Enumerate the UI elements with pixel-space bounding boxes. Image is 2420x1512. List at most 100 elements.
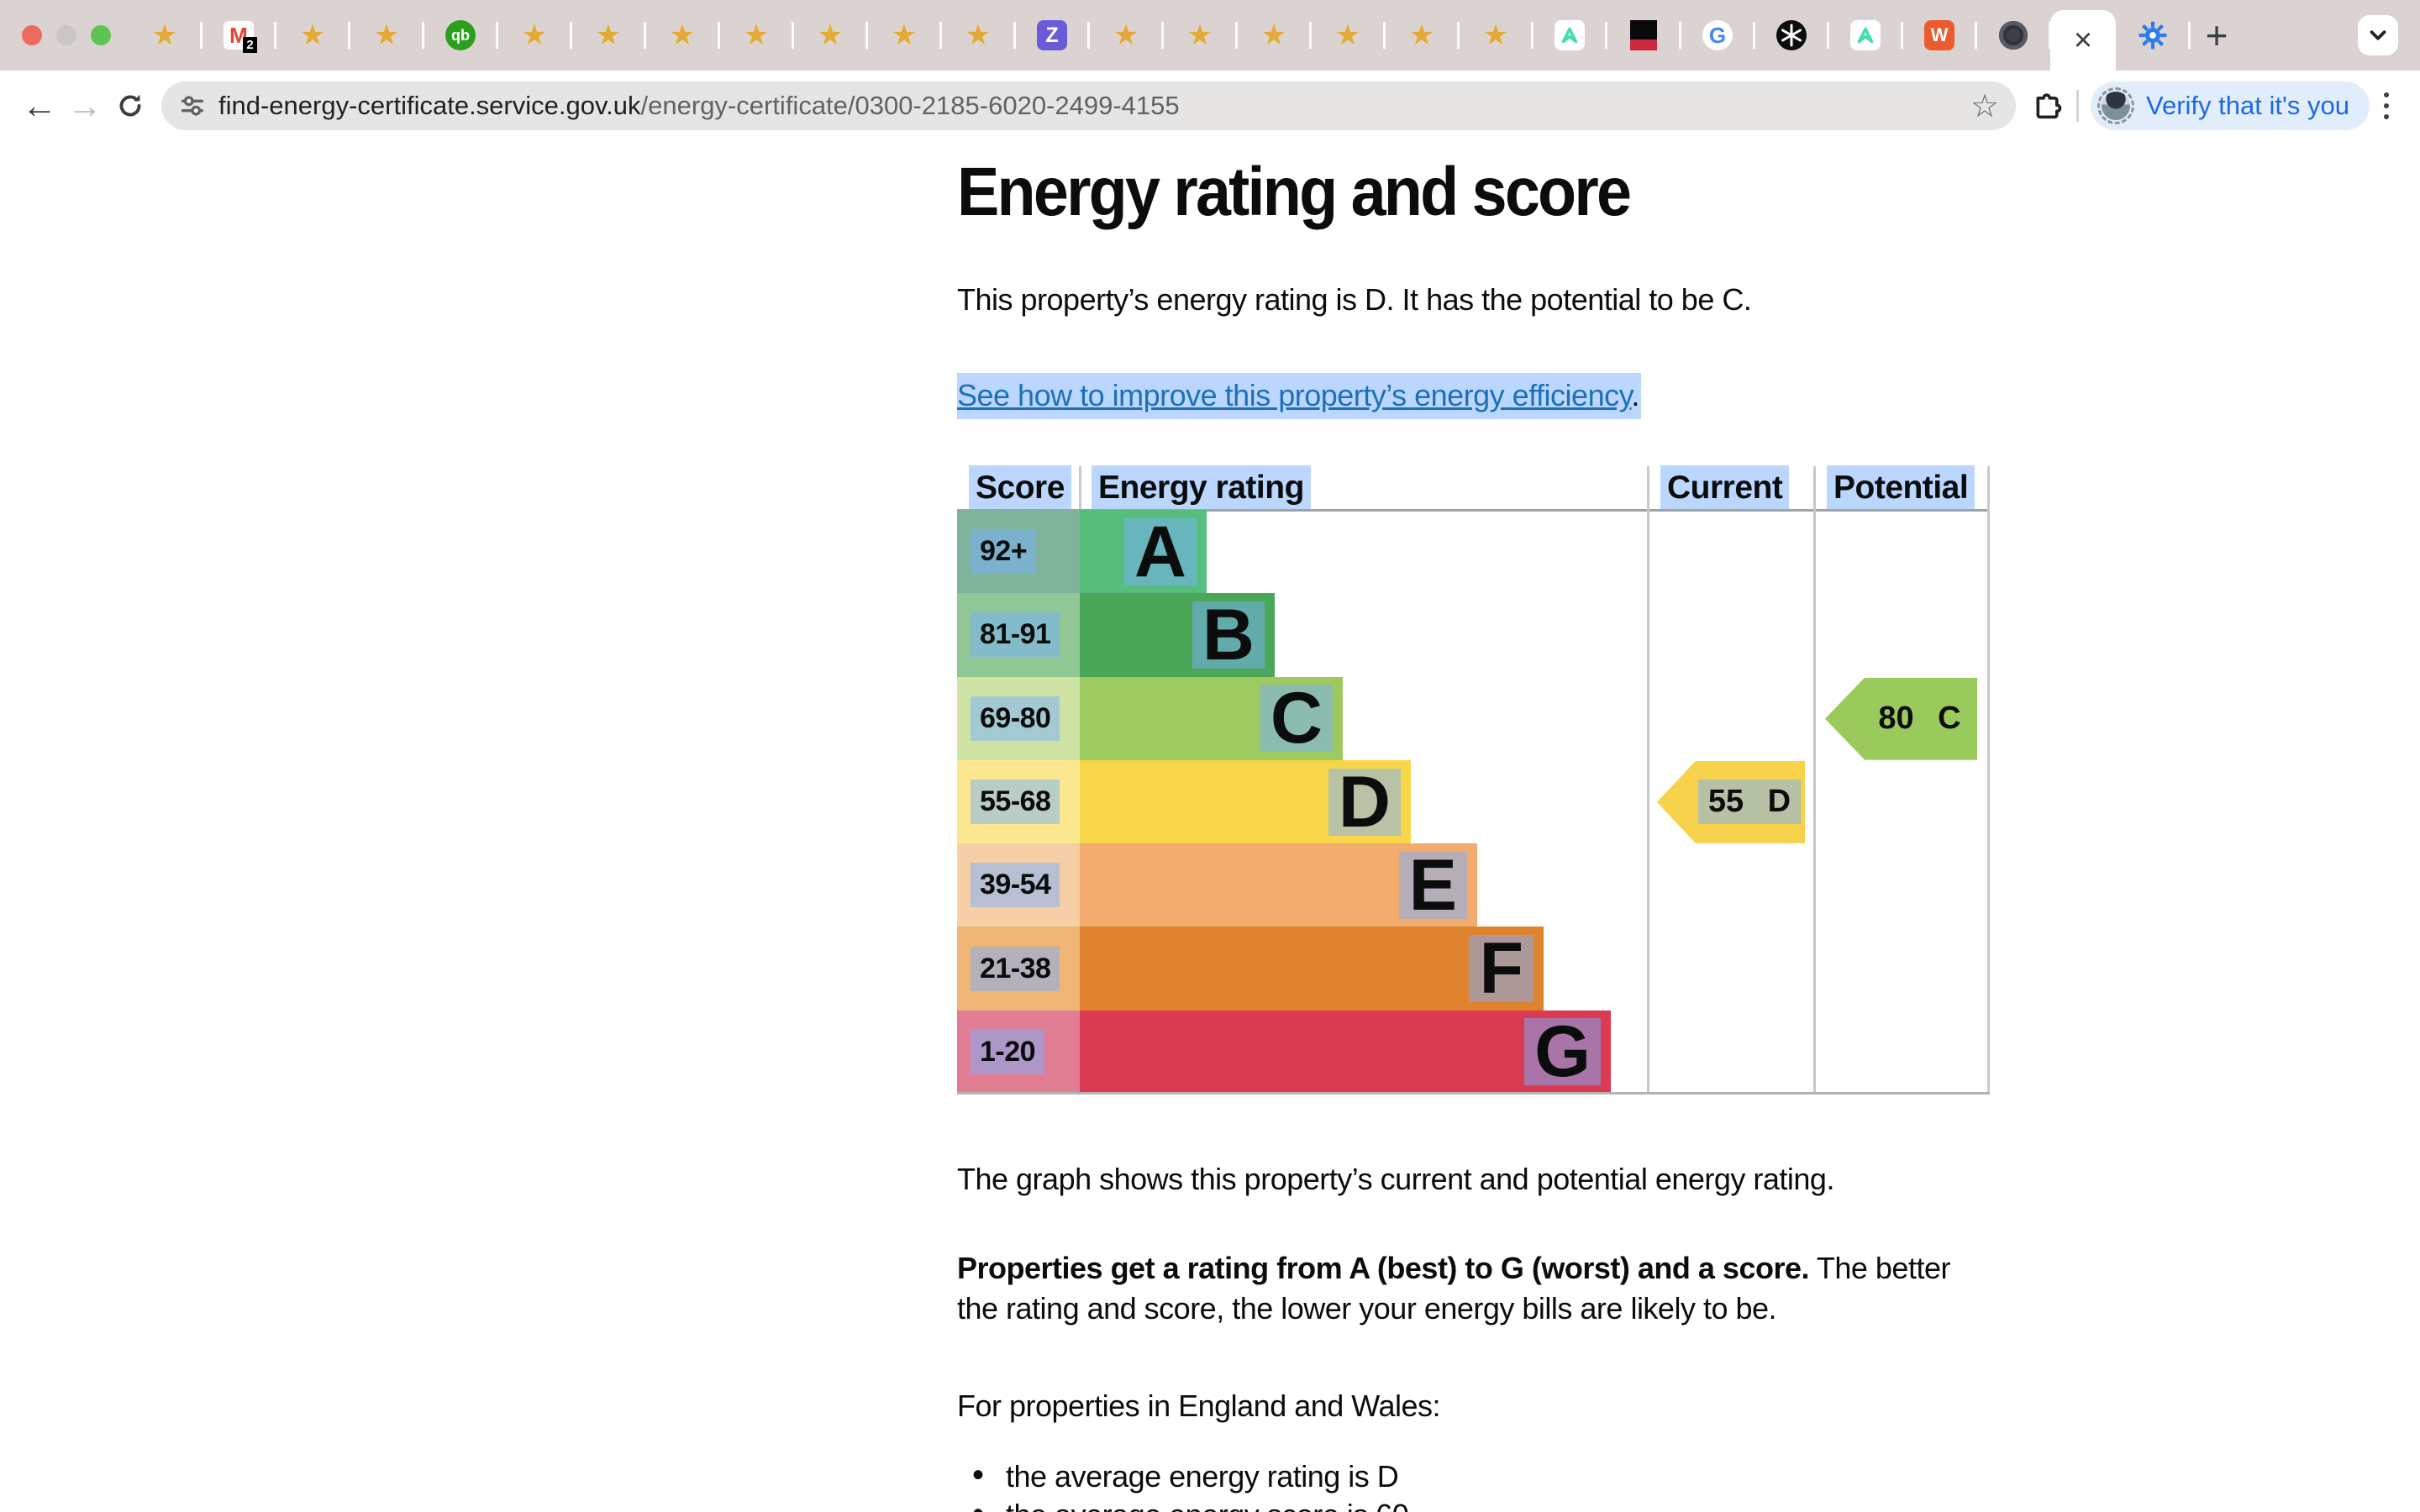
gold-sparkle-favicon: ★ (965, 21, 991, 50)
pinned-tab-gold-sparkle[interactable]: ★ (1385, 0, 1459, 71)
address-bar[interactable]: find-energy-certificate.service.gov.uk/e… (161, 81, 2016, 130)
main-content: Energy rating and score This property’s … (957, 141, 1992, 1512)
epc-band-letter: E (1399, 852, 1467, 919)
web-page: Energy rating and score This property’s … (0, 141, 2420, 1512)
epc-score-cell: 81-91 (957, 593, 1080, 676)
pinned-tabs: ★M2★★qb★★★★★★★Z★★★★★★GW (128, 0, 2050, 71)
graph-caption: The graph shows this property’s current … (957, 1159, 1992, 1200)
epc-band-row-f: 21-38 F (957, 927, 1990, 1010)
epc-score-cell: 69-80 (957, 677, 1080, 760)
black-red-favicon (1630, 20, 1657, 50)
pinned-tab-gold-sparkle[interactable]: ★ (1237, 0, 1311, 71)
pinned-tab-w-orange[interactable]: W (1902, 0, 1976, 71)
epc-score-range: 55-68 (971, 780, 1060, 824)
gold-sparkle-favicon: ★ (152, 21, 177, 50)
epc-band-letter: F (1469, 935, 1534, 1002)
gold-sparkle-favicon: ★ (596, 21, 621, 50)
gold-sparkle-favicon: ★ (1335, 21, 1360, 50)
lead-paragraph: Properties get a rating from A (best) to… (957, 1248, 1992, 1329)
close-tab-icon[interactable]: × (2074, 23, 2092, 59)
epc-band-row-e: 39-54 E (957, 843, 1990, 927)
new-tab-button[interactable]: + (2190, 0, 2244, 71)
reload-button[interactable] (108, 83, 153, 129)
zoom-window-button[interactable] (91, 25, 111, 45)
pinned-tab-gold-sparkle[interactable]: ★ (719, 0, 793, 71)
site-settings-icon[interactable] (178, 92, 207, 120)
close-window-button[interactable] (22, 25, 42, 45)
pinned-tab-chatgpt[interactable] (1754, 0, 1828, 71)
url-text[interactable]: find-energy-certificate.service.gov.uk/e… (218, 91, 1180, 121)
gold-sparkle-favicon: ★ (522, 21, 547, 50)
epc-score-cell: 55-68 (957, 760, 1080, 843)
pinned-tab-black-red[interactable] (1607, 0, 1681, 71)
tab-search-button[interactable] (2358, 15, 2398, 55)
gold-sparkle-favicon: ★ (892, 21, 917, 50)
pinned-tab-gold-sparkle[interactable]: ★ (1163, 0, 1237, 71)
tab-strip: ★M2★★qb★★★★★★★Z★★★★★★GW × + (0, 0, 2420, 71)
pinned-tab-chrome[interactable] (1976, 0, 2050, 71)
pinned-tab-gold-sparkle[interactable]: ★ (571, 0, 645, 71)
browser-toolbar: ← → find-energy-certificate.service.gov.… (0, 71, 2420, 141)
epc-score-cell: 92+ (957, 510, 1080, 593)
pinned-tab-gold-sparkle[interactable]: ★ (645, 0, 719, 71)
epc-band-letter: G (1524, 1018, 1601, 1085)
google-favicon: G (1702, 20, 1733, 50)
bookmark-star-icon[interactable]: ☆ (1970, 87, 1999, 125)
link-period: . (1631, 378, 1639, 412)
epc-rating-bar: G (1080, 1011, 1611, 1094)
pinned-tab-gold-sparkle[interactable]: ★ (941, 0, 1015, 71)
epc-header-row: Score Energy rating Current Potential (957, 466, 1990, 510)
pinned-tab-settings[interactable] (2116, 0, 2190, 71)
profile-verify-button[interactable]: Verify that it's you (2091, 81, 2370, 130)
pinned-tab-gold-sparkle[interactable]: ★ (867, 0, 941, 71)
pinned-tab-quickbooks[interactable]: qb (424, 0, 497, 71)
pinned-tab-gold-sparkle[interactable]: ★ (793, 0, 867, 71)
pinned-tab-gold-sparkle[interactable]: ★ (128, 0, 202, 71)
minimize-window-button[interactable] (56, 25, 76, 45)
gold-sparkle-favicon: ★ (1261, 21, 1286, 50)
pinned-tab-home-teal[interactable] (1828, 0, 1902, 71)
epc-score-cell: 21-38 (957, 927, 1080, 1010)
extensions-puzzle-icon[interactable] (2031, 89, 2065, 123)
pinned-tab-gold-sparkle[interactable]: ★ (1311, 0, 1385, 71)
epc-band-letter: D (1328, 769, 1401, 836)
epc-band-row-a: 92+A (957, 510, 1990, 593)
epc-header-score: Score (957, 470, 1080, 507)
pinned-tab-gold-sparkle[interactable]: ★ (497, 0, 571, 71)
epc-band-letter: B (1192, 601, 1265, 669)
browser-menu-button[interactable] (2370, 83, 2403, 129)
epc-score-cell: 39-54 (957, 843, 1080, 927)
w-orange-favicon: W (1924, 20, 1954, 50)
pinned-tab-gold-sparkle[interactable]: ★ (1459, 0, 1533, 71)
pinned-tab-google[interactable]: G (1681, 0, 1754, 71)
epc-header-divider (1079, 466, 1081, 510)
toolbar-divider (2076, 90, 2079, 122)
intro-paragraph: This property’s energy rating is D. It h… (957, 280, 1992, 320)
gold-sparkle-favicon: ★ (670, 21, 695, 50)
pinned-tab-zotero[interactable]: Z (1015, 0, 1089, 71)
chatgpt-favicon (1776, 20, 1807, 50)
back-button[interactable]: ← (17, 83, 62, 129)
profile-label: Verify that it's you (2146, 91, 2349, 121)
epc-rating-bar: D (1080, 760, 1411, 843)
pinned-tab-gold-sparkle[interactable]: ★ (350, 0, 424, 71)
epc-header-rating: Energy rating (1080, 470, 1649, 507)
improve-efficiency-link[interactable]: See how to improve this property’s energ… (957, 378, 1631, 412)
epc-score-range: 81-91 (971, 612, 1060, 657)
pinned-tab-gold-sparkle[interactable]: ★ (276, 0, 350, 71)
bullet-icon: • (972, 1494, 984, 1512)
url-domain: find-energy-certificate.service.gov.uk (218, 91, 641, 120)
epc-score-range: 21-38 (971, 947, 1060, 991)
gmail-favicon: M2 (224, 21, 254, 50)
pinned-tab-home-teal[interactable] (1533, 0, 1607, 71)
pinned-tab-gold-sparkle[interactable]: ★ (1089, 0, 1163, 71)
active-tab[interactable]: × (2050, 10, 2116, 71)
epc-header-current: Current (1649, 470, 1815, 507)
epc-band-rows: 92+A81-91B69-80C55-68D39-54E21-38F1-20G (957, 510, 1990, 1094)
pinned-tab-gmail[interactable]: M2 (202, 0, 276, 71)
forward-button[interactable]: → (62, 83, 108, 129)
current-rating-value: 55 D (1698, 780, 1801, 824)
chrome-favicon (1999, 21, 2028, 50)
home-teal-favicon (1555, 20, 1585, 50)
gold-sparkle-favicon: ★ (818, 21, 843, 50)
